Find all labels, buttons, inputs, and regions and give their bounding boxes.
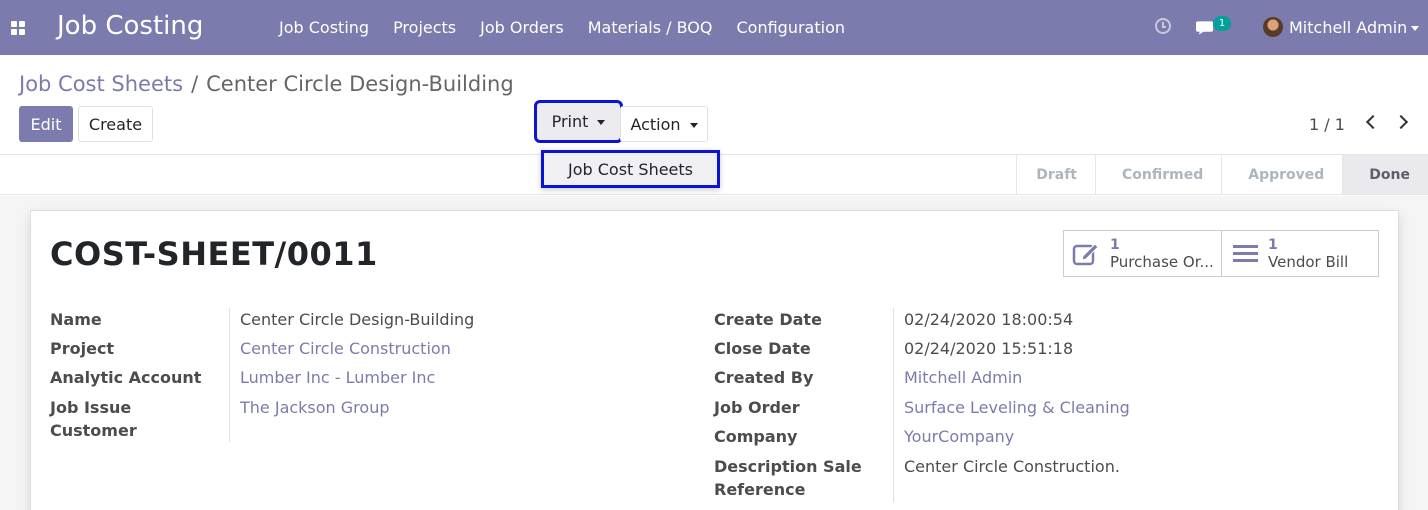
field-value-job-order-link[interactable]: Surface Leveling & Cleaning: [904, 396, 1130, 419]
left-column-separator: [229, 308, 230, 442]
main-menu: Job Costing Projects Job Orders Material…: [279, 18, 845, 37]
stage-pipeline: Draft Confirmed Approved Done: [1016, 155, 1428, 194]
field-value-name: Center Circle Design-Building: [240, 310, 475, 329]
activity-clock-icon[interactable]: [1155, 18, 1171, 34]
field-value-project-link[interactable]: Center Circle Construction: [240, 337, 451, 360]
vendor-bill-count: 1: [1268, 236, 1278, 253]
field-label-analytic-account: Analytic Account: [50, 368, 202, 387]
field-value-job-issue-customer-link[interactable]: The Jackson Group: [240, 396, 390, 419]
user-avatar[interactable]: [1263, 17, 1283, 37]
field-label-name: Name: [50, 310, 102, 329]
create-button[interactable]: Create: [78, 106, 153, 142]
chat-count-badge: 1: [1213, 16, 1231, 31]
field-label-job-issue-customer: Job Issue Customer: [50, 398, 137, 440]
breadcrumb: Job Cost Sheets / Center Circle Design-Bui…: [19, 72, 514, 96]
action-button-label: Action: [630, 114, 681, 134]
stage-confirmed[interactable]: Confirmed: [1095, 155, 1221, 194]
edit-icon: [1064, 241, 1110, 267]
record-title: COST-SHEET/0011: [50, 235, 378, 273]
edit-button[interactable]: Edit: [19, 106, 73, 142]
caret-down-icon: [597, 120, 606, 125]
vendor-bill-smart-button[interactable]: 1 Vendor Bill: [1221, 230, 1379, 277]
field-label-job-order: Job Order: [714, 398, 800, 417]
menu-configuration[interactable]: Configuration: [736, 18, 845, 37]
purchase-orders-count: 1: [1110, 236, 1120, 253]
stage-approved[interactable]: Approved: [1221, 155, 1342, 194]
right-column-separator: [893, 308, 894, 502]
breadcrumb-parent-link[interactable]: Job Cost Sheets: [19, 72, 183, 96]
pager-value[interactable]: 1 / 1: [1309, 115, 1345, 134]
purchase-orders-smart-button[interactable]: 1 Purchase Or...: [1063, 230, 1222, 277]
purchase-orders-label: Purchase Or...: [1110, 252, 1214, 271]
pager-next-icon[interactable]: [1393, 114, 1409, 130]
pager-previous-icon[interactable]: [1365, 114, 1381, 130]
stage-done[interactable]: Done: [1342, 155, 1428, 194]
action-button[interactable]: Action: [620, 106, 708, 142]
field-label-company: Company: [714, 427, 798, 446]
caret-down-icon: [689, 122, 698, 128]
field-value-created-by-link[interactable]: Mitchell Admin: [904, 366, 1022, 389]
field-label-description-sale-reference: Description Sale Reference: [714, 457, 862, 499]
print-dropdown-item-job-cost-sheets[interactable]: Job Cost Sheets: [541, 150, 720, 188]
app-title: Job Costing: [57, 11, 204, 41]
user-menu-name[interactable]: Mitchell Admin: [1289, 18, 1407, 37]
menu-materials-boq[interactable]: Materials / BOQ: [588, 18, 713, 37]
field-value-close-date: 02/24/2020 15:51:18: [904, 339, 1074, 358]
breadcrumb-current: Center Circle Design-Building: [206, 72, 514, 96]
menu-job-orders[interactable]: Job Orders: [480, 18, 564, 37]
field-value-analytic-account-link[interactable]: Lumber Inc - Lumber Inc: [240, 366, 435, 389]
menu-projects[interactable]: Projects: [393, 18, 456, 37]
apps-grid-icon[interactable]: [11, 21, 25, 35]
list-icon: [1222, 241, 1268, 266]
vendor-bill-label: Vendor Bill: [1268, 252, 1349, 271]
menu-job-costing[interactable]: Job Costing: [279, 18, 369, 37]
field-label-project: Project: [50, 339, 115, 358]
print-button[interactable]: Print: [534, 100, 623, 143]
stage-draft[interactable]: Draft: [1016, 155, 1095, 194]
top-navbar: Job Costing Job Costing Projects Job Ord…: [0, 0, 1428, 55]
field-value-description-sale-reference: Center Circle Construction.: [904, 457, 1120, 476]
field-label-close-date: Close Date: [714, 339, 811, 358]
user-menu-caret-icon[interactable]: [1411, 26, 1419, 31]
breadcrumb-separator: /: [191, 72, 199, 96]
field-label-created-by: Created By: [714, 368, 814, 387]
field-label-create-date: Create Date: [714, 310, 822, 329]
print-button-label: Print: [551, 112, 589, 131]
field-value-company-link[interactable]: YourCompany: [904, 425, 1014, 448]
field-value-create-date: 02/24/2020 18:00:54: [904, 310, 1074, 329]
